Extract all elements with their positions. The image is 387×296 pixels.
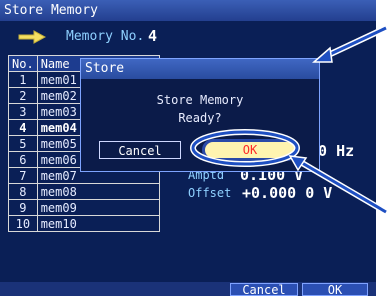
memory-number-value: 4 [148, 27, 158, 45]
column-header-no: No. [8, 55, 38, 72]
memory-number-row: Memory No. 4 [0, 26, 376, 48]
softkey-ok-button[interactable]: OK [302, 283, 368, 296]
table-row[interactable]: 8 mem08 [8, 183, 161, 200]
memory-number-label: Memory No. [66, 29, 145, 44]
store-dialog: Store Store Memory Ready? Cancel OK [80, 58, 320, 172]
offset-label: Offset [188, 186, 232, 200]
instrument-screen: Store Memory Memory No. 4 No. Name 1 mem0… [0, 0, 376, 296]
arrow-right-icon [18, 30, 46, 44]
row-number: 3 [8, 103, 38, 120]
dialog-message-line2: Ready? [178, 111, 222, 125]
dialog-title: Store [81, 59, 319, 79]
dialog-cancel-button[interactable]: Cancel [99, 141, 181, 159]
row-number: 4 [8, 119, 38, 136]
row-name: mem08 [36, 183, 161, 200]
row-name: mem09 [36, 199, 161, 216]
row-number: 2 [8, 87, 38, 104]
row-number: 9 [8, 199, 38, 216]
row-number: 8 [8, 183, 38, 200]
row-number: 5 [8, 135, 38, 152]
dialog-ok-button[interactable]: OK [202, 139, 298, 161]
table-row[interactable]: 10 mem10 [8, 215, 161, 232]
row-number: 7 [8, 167, 38, 184]
row-number: 1 [8, 71, 38, 88]
row-number: 10 [8, 215, 38, 232]
dialog-message-line1: Store Memory [156, 93, 244, 107]
row-name: mem10 [36, 215, 161, 232]
window-title: Store Memory [0, 0, 376, 21]
row-number: 6 [8, 151, 38, 168]
offset-value: +0.000 0 V [242, 184, 333, 202]
table-row[interactable]: 9 mem09 [8, 199, 161, 216]
softkey-cancel-button[interactable]: Cancel [230, 283, 298, 296]
